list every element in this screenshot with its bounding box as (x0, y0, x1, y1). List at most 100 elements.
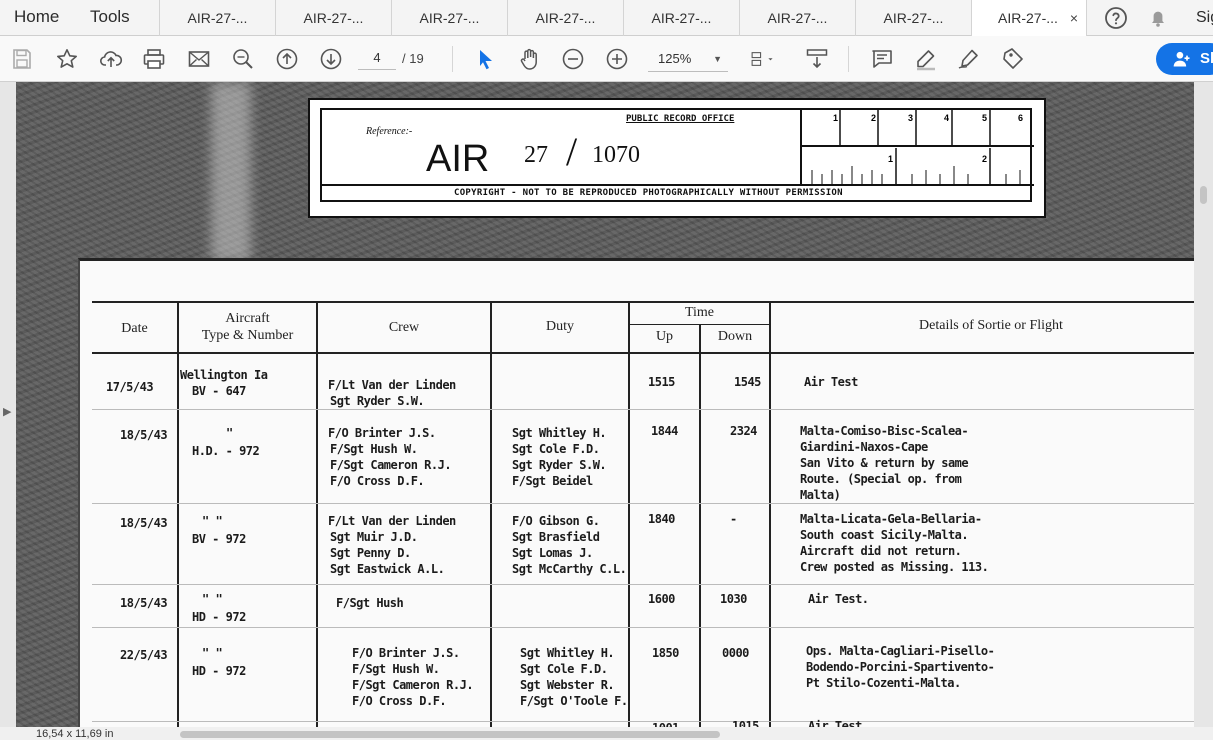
zoom-level-value: 125% (658, 51, 692, 66)
row-duty: Sgt Webster R. (520, 678, 615, 692)
select-cursor-icon[interactable] (474, 47, 498, 71)
row-rule (92, 409, 1194, 410)
horizontal-scrollbar[interactable] (180, 731, 720, 738)
row-duty: F/Sgt O'Toole F. (520, 694, 628, 708)
header-time: Time (684, 305, 715, 320)
save-icon[interactable] (10, 47, 34, 71)
document-tab[interactable]: AIR-27-... (623, 0, 739, 36)
document-tab-label: AIR-27-... (187, 10, 248, 26)
tools-tab[interactable]: Tools (90, 0, 130, 36)
time-header-rule (628, 324, 770, 325)
row-details: Pt Stilo-Cozenti-Malta. (806, 676, 961, 690)
row-details: Malta) (800, 488, 841, 502)
page-size-readout: 16,54 x 11,69 in (36, 728, 114, 740)
document-tab[interactable]: AIR-27-... (159, 0, 275, 36)
row-details: Malta-Comiso-Bisc-Scalea- (800, 424, 969, 438)
document-tab[interactable]: AIR-27-... (275, 0, 391, 36)
document-tab-label: AIR-27-... (883, 10, 944, 26)
column-divider (490, 301, 492, 727)
tab-bar: Home Tools AIR-27-... AIR-27-... AIR-27-… (0, 0, 1213, 37)
print-icon[interactable] (142, 47, 166, 71)
chevron-down-icon: ▼ (713, 54, 722, 64)
row-date: 18/5/43 (120, 428, 168, 442)
help-icon[interactable] (1104, 6, 1128, 30)
column-divider (769, 301, 771, 727)
comment-icon[interactable] (870, 47, 894, 71)
scroll-mode-icon[interactable] (805, 47, 829, 71)
zoom-out-icon[interactable] (561, 47, 585, 71)
vertical-scrollbar[interactable] (1200, 186, 1207, 204)
row-crew: F/O Cross D.F. (352, 694, 447, 708)
ruler-label: 3 (908, 113, 913, 123)
document-tab-label: AIR-27-... (535, 10, 596, 26)
row-aircraft: HD - 972 (192, 664, 246, 678)
row-aircraft: HD - 972 (192, 610, 246, 624)
page-number-input[interactable] (358, 46, 396, 70)
row-details: Air Test (808, 719, 862, 727)
document-viewport[interactable]: ▶ PUBLIC RECORD OFFICE Reference:- AIR 2… (0, 82, 1213, 727)
zoom-in-icon[interactable] (605, 47, 629, 71)
row-time-down: 0000 (722, 646, 749, 660)
bell-icon[interactable] (1146, 6, 1170, 30)
highlight-pen-icon[interactable] (914, 47, 938, 71)
share-button[interactable]: Sh (1156, 43, 1213, 75)
row-time-down: 2324 (730, 424, 757, 438)
row-rule (92, 584, 1194, 585)
row-date: 18/5/43 (120, 516, 168, 530)
share-button-label: Sh (1200, 50, 1213, 67)
column-divider (316, 301, 318, 727)
row-aircraft: H.D. - 972 (192, 444, 260, 458)
document-tab-label: AIR-27-... (651, 10, 712, 26)
document-tab[interactable]: AIR-27-... (855, 0, 971, 36)
row-crew: F/Sgt Cameron R.J. (330, 458, 452, 472)
cloud-upload-icon[interactable] (99, 47, 123, 71)
row-details: Air Test. (808, 592, 869, 606)
row-time-up: 1844 (651, 424, 678, 438)
row-time-up: 1001 (652, 720, 679, 727)
row-rule (92, 721, 1194, 722)
document-tab-active[interactable]: AIR-27-... × (971, 0, 1087, 37)
row-duty: Sgt Whitley H. (512, 426, 607, 440)
row-aircraft: BV - 972 (192, 532, 246, 546)
zoom-level-select[interactable]: 125% ▼ (648, 46, 728, 72)
stamp-piece-a: 27 (524, 142, 548, 168)
row-time-up: 1850 (652, 646, 679, 660)
document-tab[interactable]: AIR-27-... (739, 0, 855, 36)
row-details: Air Test (804, 375, 858, 389)
header-duty: Duty (546, 319, 574, 334)
row-crew: F/Lt Van der Linden (328, 378, 456, 392)
page-total: / 19 (402, 51, 424, 66)
page-layout-icon[interactable] (750, 47, 784, 71)
row-crew: F/Sgt Hush (336, 596, 404, 610)
toolbar-divider (848, 46, 849, 72)
row-aircraft: " " (202, 592, 223, 606)
header-aircraft: Aircraft (225, 311, 270, 326)
document-tab-label: AIR-27-... (998, 10, 1058, 26)
header-time-up: Up (655, 329, 674, 344)
document-tab-label: AIR-27-... (419, 10, 480, 26)
row-details: San Vito & return by same (800, 456, 969, 470)
column-divider (628, 301, 630, 727)
expand-left-pane-icon[interactable]: ▶ (3, 405, 11, 418)
next-page-icon[interactable] (319, 47, 343, 71)
email-icon[interactable] (187, 47, 211, 71)
row-details: Malta-Licata-Gela-Bellaria- (800, 512, 982, 526)
home-tab[interactable]: Home (14, 0, 59, 36)
document-tab[interactable]: AIR-27-... (507, 0, 623, 36)
row-crew: F/Sgt Cameron R.J. (352, 678, 474, 692)
row-crew: F/Lt Van der Linden (328, 514, 456, 528)
main-toolbar: / 19 125% ▼ Sh (0, 36, 1213, 82)
sign-in-link[interactable]: Sig (1196, 0, 1213, 36)
close-tab-icon[interactable]: × (1070, 0, 1078, 36)
document-tab[interactable]: AIR-27-... (391, 0, 507, 36)
row-date: 22/5/43 (120, 648, 168, 662)
draw-signature-icon[interactable] (957, 47, 981, 71)
hand-tool-icon[interactable] (517, 47, 541, 71)
bookmark-star-icon[interactable] (55, 47, 79, 71)
stamp-tool-icon[interactable] (1001, 47, 1025, 71)
reference-stamp-frame: PUBLIC RECORD OFFICE Reference:- AIR 27 … (320, 108, 1034, 202)
zoom-search-icon[interactable] (231, 47, 255, 71)
previous-page-icon[interactable] (275, 47, 299, 71)
row-crew: Sgt Muir J.D. (330, 530, 418, 544)
header-bottom-rule (92, 352, 1194, 354)
